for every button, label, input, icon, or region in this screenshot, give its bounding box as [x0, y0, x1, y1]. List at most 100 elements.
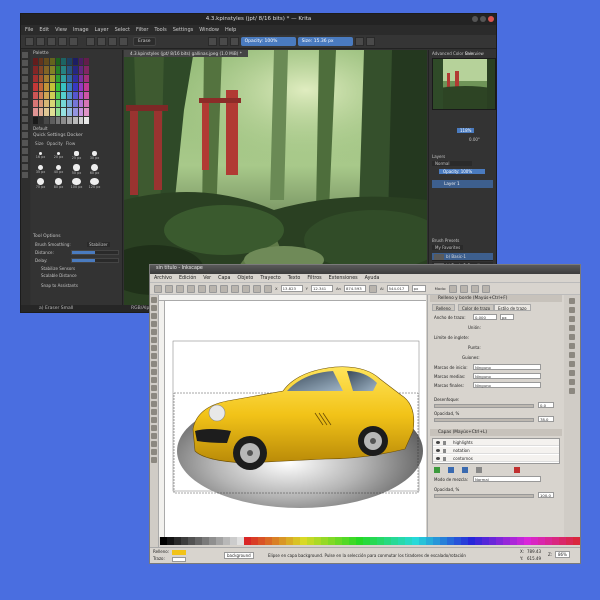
- palette-swatch[interactable]: [38, 99, 44, 108]
- palette-swatch[interactable]: [405, 537, 412, 545]
- brush-size-preset[interactable]: 20 px: [51, 150, 66, 161]
- selector-tool-icon[interactable]: [151, 297, 157, 303]
- move-tool-icon[interactable]: [22, 116, 28, 122]
- lock-ratio-icon[interactable]: [368, 284, 377, 293]
- eraser-tool-icon[interactable]: [151, 417, 157, 423]
- palette-swatch[interactable]: [78, 108, 84, 116]
- palette-swatch[interactable]: [55, 108, 61, 116]
- palette-swatch[interactable]: [314, 537, 321, 545]
- palette-swatch[interactable]: [55, 58, 61, 66]
- rectangle-tool-icon[interactable]: [22, 84, 28, 90]
- palette-swatch[interactable]: [181, 537, 188, 545]
- palette-swatch[interactable]: [50, 108, 55, 116]
- flip-vertical-icon[interactable]: [220, 284, 228, 293]
- palette-swatch[interactable]: [33, 108, 38, 116]
- palette-swatch[interactable]: [517, 537, 524, 545]
- tab-opacity[interactable]: Opacity: [47, 141, 63, 146]
- gradient-tool-icon[interactable]: [151, 433, 157, 439]
- palette-name[interactable]: Default: [33, 126, 48, 131]
- palette-swatch[interactable]: [573, 537, 580, 545]
- scale-stroke-icon[interactable]: [449, 284, 458, 293]
- palette-swatch[interactable]: [67, 99, 72, 108]
- palette-swatch[interactable]: [552, 537, 559, 545]
- opacity-slider[interactable]: [434, 418, 534, 422]
- palette-swatch[interactable]: [433, 537, 440, 545]
- menu-help[interactable]: Help: [225, 27, 236, 33]
- polygon-tool-icon[interactable]: [22, 100, 28, 106]
- overview-zoom[interactable]: 118%: [457, 128, 475, 133]
- snap-page-icon[interactable]: [569, 370, 575, 376]
- palette-swatch[interactable]: [370, 537, 377, 545]
- blur-field[interactable]: 0.0: [538, 402, 554, 408]
- palette-swatch[interactable]: [510, 537, 517, 545]
- palette-swatch[interactable]: [72, 83, 78, 91]
- palette-swatch[interactable]: [84, 58, 89, 66]
- layer-opacity-slider[interactable]: [434, 494, 534, 498]
- palette-swatch[interactable]: [78, 116, 84, 124]
- palette-swatch[interactable]: [33, 99, 38, 108]
- visibility-icon[interactable]: [436, 449, 440, 452]
- palette-swatch[interactable]: [78, 99, 84, 108]
- lower-icon[interactable]: [253, 284, 261, 293]
- layer-opacity-field[interactable]: 100.0: [538, 492, 554, 498]
- palette-swatch[interactable]: [475, 537, 482, 545]
- delete-layer-icon[interactable]: [514, 467, 520, 473]
- menu-objeto[interactable]: Objeto: [237, 276, 253, 281]
- width-field[interactable]: 874.593: [343, 285, 366, 292]
- palette-swatch[interactable]: [447, 537, 454, 545]
- menu-window[interactable]: Window: [199, 27, 219, 33]
- palette-swatch[interactable]: [78, 58, 84, 66]
- palette-swatch[interactable]: [55, 91, 61, 99]
- palette-swatch[interactable]: [61, 74, 67, 83]
- palette-swatch[interactable]: [78, 74, 84, 83]
- menu-settings[interactable]: Settings: [173, 27, 194, 33]
- palette-swatch[interactable]: [55, 99, 61, 108]
- opacity-slider[interactable]: Opacity: 100%: [240, 37, 296, 46]
- brush-size-preset[interactable]: 40 px: [51, 164, 66, 175]
- fill-icon[interactable]: [108, 37, 117, 46]
- brush-size-preset[interactable]: 16 px: [33, 150, 48, 161]
- palette-swatch[interactable]: [61, 91, 67, 99]
- menu-filtros[interactable]: Filtros: [307, 276, 321, 281]
- eraser-icon[interactable]: [207, 37, 217, 46]
- overview-thumbnail[interactable]: [432, 58, 496, 110]
- palette-swatch[interactable]: [195, 537, 202, 545]
- spray-tool-icon[interactable]: [151, 409, 157, 415]
- palette-swatch[interactable]: [258, 537, 265, 545]
- palette-swatch[interactable]: [496, 537, 503, 545]
- select-all-layers-icon[interactable]: [165, 284, 173, 293]
- palette-swatch[interactable]: [503, 537, 510, 545]
- opacity-field[interactable]: 78.0: [538, 416, 554, 422]
- raise-icon[interactable]: [242, 284, 250, 293]
- gradient-icon[interactable]: [86, 37, 95, 46]
- save-icon[interactable]: [47, 37, 56, 46]
- brush-size-preset[interactable]: 80 px: [51, 178, 66, 189]
- palette-swatch[interactable]: [55, 83, 61, 91]
- pencil-tool-icon[interactable]: [151, 377, 157, 383]
- measure-tool-icon[interactable]: [151, 329, 157, 335]
- stroke-unit-select[interactable]: px: [500, 314, 514, 320]
- palette-swatch[interactable]: [55, 66, 61, 74]
- menu-edit[interactable]: Edit: [39, 27, 49, 33]
- distance-slider[interactable]: [71, 250, 119, 255]
- menu-layer[interactable]: Layer: [95, 27, 109, 33]
- palette-swatch[interactable]: [61, 108, 67, 116]
- palette-swatch[interactable]: [279, 537, 286, 545]
- palette-swatch[interactable]: [202, 537, 209, 545]
- menu-view[interactable]: View: [55, 27, 67, 33]
- palette-swatch[interactable]: [61, 66, 67, 74]
- menu-select[interactable]: Select: [115, 27, 130, 33]
- palette-swatch[interactable]: [67, 83, 72, 91]
- preset-item[interactable]: b) Basic-1: [432, 253, 493, 261]
- scale-corners-icon[interactable]: [460, 284, 469, 293]
- palette-swatch[interactable]: [216, 537, 223, 545]
- palette-swatch[interactable]: [38, 108, 44, 116]
- path-tool-icon[interactable]: [22, 108, 28, 114]
- tab-estilo-de-trazo[interactable]: Estilo de trazo: [494, 304, 531, 311]
- palette-swatch[interactable]: [237, 537, 244, 545]
- fill-swatch[interactable]: [172, 550, 186, 555]
- open-icon[interactable]: [36, 37, 45, 46]
- star-tool-icon[interactable]: [151, 361, 157, 367]
- text-tool-icon[interactable]: [151, 401, 157, 407]
- palette-swatch[interactable]: [363, 537, 370, 545]
